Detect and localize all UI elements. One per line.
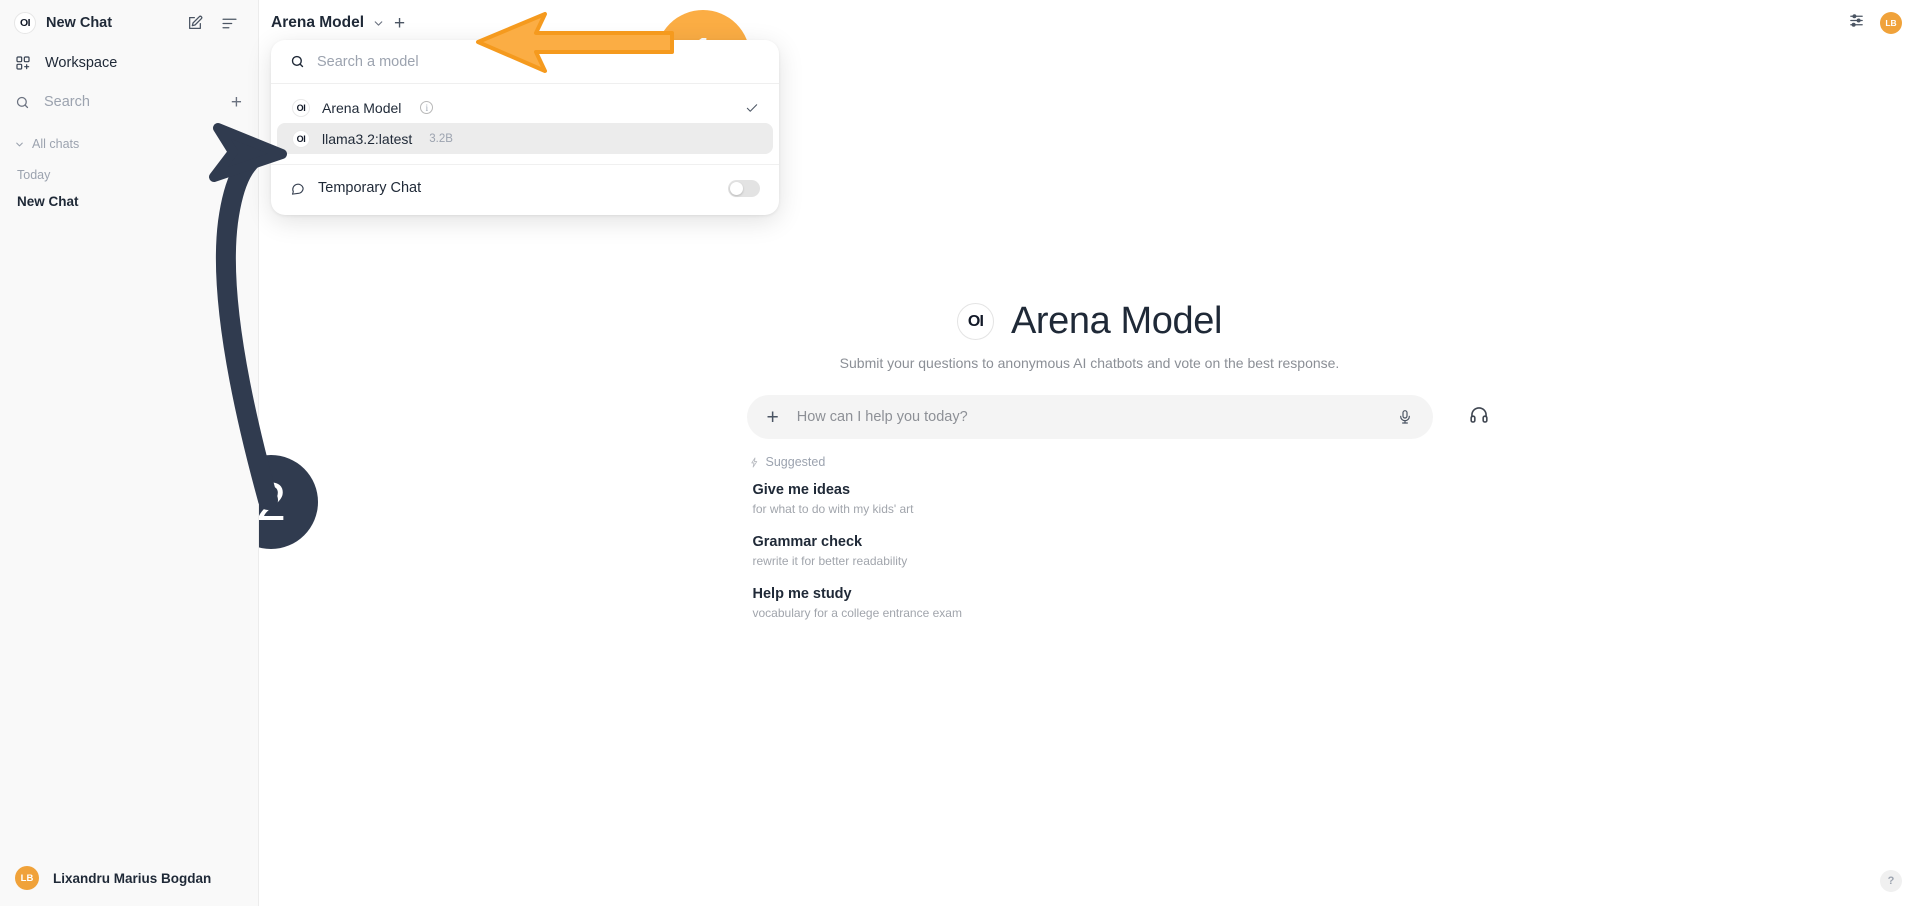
openwebui-logo-icon: OI: [292, 98, 310, 117]
sidebar-item-workspace[interactable]: Workspace: [0, 46, 258, 80]
app-root: OI New Chat Workspace Search + All chats…: [0, 0, 1920, 906]
check-icon: [745, 101, 759, 115]
suggestion-list: Give me ideas for what to do with my kid…: [747, 482, 1433, 620]
workspace-grid-icon: [16, 56, 30, 70]
chat-group-day-label: Today: [17, 168, 51, 182]
sidebar: OI New Chat Workspace Search + All chats…: [0, 0, 259, 906]
attach-plus-button[interactable]: +: [767, 407, 779, 428]
model-search-placeholder: Search a model: [317, 53, 419, 70]
model-selector-dropdown-toggle[interactable]: Arena Model: [271, 14, 385, 32]
chevron-down-icon: [372, 17, 385, 30]
new-chat-plus-button[interactable]: +: [231, 93, 242, 112]
temporary-chat-row[interactable]: Temporary Chat: [271, 167, 779, 209]
list-item[interactable]: Give me ideas for what to do with my kid…: [747, 482, 1433, 516]
temporary-chat-label: Temporary Chat: [318, 180, 422, 196]
suggestion-desc: rewrite it for better readability: [752, 554, 908, 568]
chat-bubble-icon: [291, 183, 304, 195]
sidebar-user-profile[interactable]: LB Lixandru Marius Bogdan: [0, 850, 258, 906]
toggle-knob: [730, 181, 743, 195]
selected-model-name: Arena Model: [271, 14, 365, 31]
model-search-input[interactable]: Search a model: [271, 40, 779, 84]
temporary-chat-toggle[interactable]: [728, 179, 760, 197]
suggestion-title: Grammar check: [752, 534, 863, 550]
sidebar-item-label-workspace: Workspace: [45, 55, 118, 71]
toggle-sidebar-icon[interactable]: [217, 11, 241, 35]
chevron-down-icon: [16, 142, 23, 146]
welcome-hero: OI Arena Model Submit your questions to …: [259, 300, 1920, 638]
model-option-name: Arena Model: [322, 99, 402, 116]
suggestion-title: Help me study: [752, 586, 852, 602]
sidebar-user-name: Lixandru Marius Bogdan: [53, 870, 212, 886]
new-chat-edit-icon[interactable]: [183, 11, 207, 35]
microphone-icon[interactable]: [1397, 409, 1413, 425]
suggested-prompts: Suggested Give me ideas for what to do w…: [747, 455, 1433, 638]
model-option-list: OI Arena Model i OI llama3.2:latest 3.2B: [271, 84, 779, 156]
chat-item-title: New Chat: [17, 193, 79, 209]
sidebar-search-placeholder: Search: [44, 94, 90, 110]
sparkle-icon: [750, 457, 757, 467]
model-option-llama32-latest[interactable]: OI llama3.2:latest 3.2B: [277, 123, 773, 154]
search-icon: [16, 96, 29, 108]
all-chats-toggle[interactable]: All chats: [0, 130, 258, 158]
sidebar-title: New Chat: [46, 15, 113, 31]
message-input-placeholder[interactable]: How can I help you today?: [797, 409, 1397, 425]
suggestion-title: Give me ideas: [752, 482, 851, 498]
avatar: LB: [15, 866, 39, 890]
sliders-icon[interactable]: [1848, 12, 1865, 34]
suggestion-desc: vocabulary for a college entrance exam: [752, 606, 962, 620]
sidebar-header: OI New Chat: [0, 0, 258, 46]
message-input-bar[interactable]: + How can I help you today?: [746, 395, 1488, 439]
suggested-header: Suggested: [747, 455, 1433, 469]
model-option-name: llama3.2:latest: [322, 130, 413, 147]
divider: [271, 164, 779, 165]
sidebar-search[interactable]: Search +: [0, 84, 258, 120]
topbar-actions: LB: [1848, 12, 1902, 34]
search-icon: [291, 55, 304, 68]
model-selector-dropdown: Search a model OI Arena Model i OI llama…: [271, 40, 779, 215]
suggested-header-label: Suggested: [765, 455, 826, 469]
openwebui-logo-icon: OI: [292, 129, 310, 148]
openwebui-logo-icon: OI: [956, 303, 994, 340]
help-button[interactable]: ?: [1880, 870, 1902, 892]
page-title: OI Arena Model: [956, 300, 1223, 343]
hero-title-text: Arena Model: [1010, 300, 1223, 342]
openwebui-logo-icon: OI: [14, 12, 36, 34]
info-icon[interactable]: i: [420, 101, 434, 114]
list-item[interactable]: New Chat: [0, 188, 258, 214]
main-content: Arena Model + LB Search a model OI Arena…: [259, 0, 1920, 906]
all-chats-label: All chats: [32, 137, 80, 151]
headphones-icon[interactable]: [1469, 405, 1489, 425]
list-item[interactable]: Grammar check rewrite it for better read…: [747, 534, 1433, 568]
avatar[interactable]: LB: [1880, 12, 1902, 34]
model-option-arena-model[interactable]: OI Arena Model i: [277, 92, 773, 123]
hero-subtitle: Submit your questions to anonymous AI ch…: [839, 355, 1340, 371]
model-option-size: 3.2B: [429, 132, 453, 145]
list-item[interactable]: Help me study vocabulary for a college e…: [747, 586, 1433, 620]
suggestion-desc: for what to do with my kids' art: [752, 502, 914, 516]
add-model-button[interactable]: +: [394, 14, 405, 33]
